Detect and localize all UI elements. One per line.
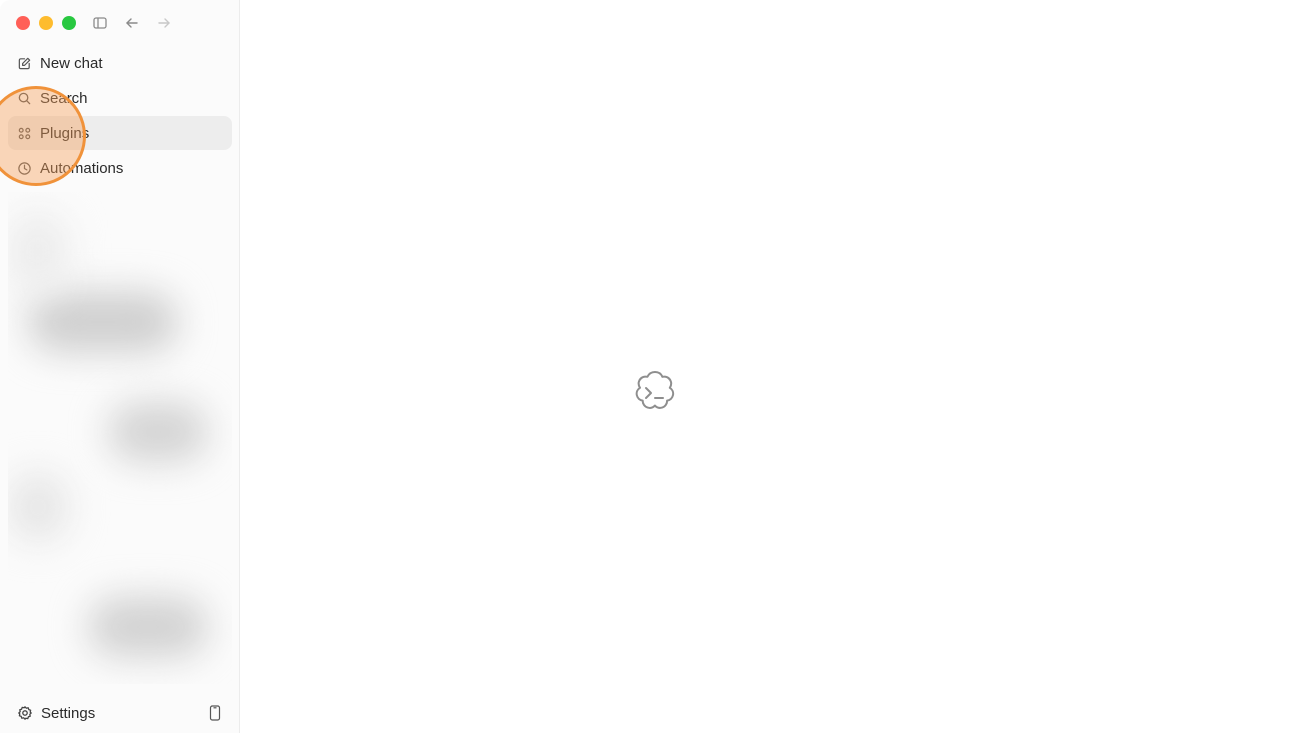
grid-icon [16, 125, 32, 141]
toolbar [88, 12, 176, 34]
chat-history-blurred [8, 192, 232, 684]
sidebar-item-label: Plugins [40, 124, 90, 142]
sidebar-item-automations[interactable]: Automations [8, 151, 232, 185]
sidebar: New chat Search Plugins Automations Sett… [0, 0, 240, 733]
maximize-window-button[interactable] [62, 16, 76, 30]
arrow-right-icon[interactable] [152, 12, 176, 34]
sidebar-toggle-icon[interactable] [88, 12, 112, 34]
gear-icon [16, 705, 33, 722]
window-controls [16, 16, 76, 30]
sidebar-item-new-chat[interactable]: New chat [8, 46, 232, 80]
sidebar-item-label: Automations [40, 159, 124, 177]
edit-icon [16, 55, 32, 71]
sidebar-item-search[interactable]: Search [8, 81, 232, 115]
sidebar-item-plugins[interactable]: Plugins [8, 116, 232, 150]
sidebar-nav: New chat Search Plugins Automations [8, 46, 232, 186]
search-icon [16, 90, 32, 106]
app-window: New chat Search Plugins Automations Sett… [0, 0, 1311, 733]
main-content [241, 0, 1311, 733]
arrow-left-icon[interactable] [120, 12, 144, 34]
settings-label: Settings [41, 704, 96, 722]
terminal-cloud-icon [630, 368, 680, 418]
sidebar-footer: Settings [8, 699, 232, 727]
settings-button[interactable]: Settings [8, 699, 95, 727]
sidebar-item-label: New chat [40, 54, 103, 72]
minimize-window-button[interactable] [39, 16, 53, 30]
sidebar-item-label: Search [40, 89, 88, 107]
clock-icon [16, 160, 32, 176]
phone-icon[interactable] [206, 703, 224, 723]
close-window-button[interactable] [16, 16, 30, 30]
